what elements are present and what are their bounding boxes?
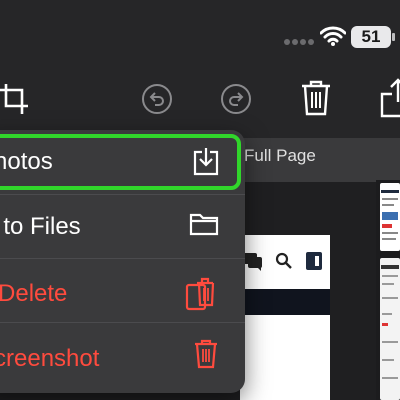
menu-item-delete-screenshot[interactable]: creenshot [0, 322, 245, 387]
battery-indicator: 51 [351, 26, 391, 48]
share-icon[interactable] [378, 78, 400, 118]
folder-icon [189, 213, 219, 236]
copy-delete-icon [185, 277, 215, 311]
menu-item-label: creenshot [0, 345, 100, 372]
menu-item-label: F to Files [0, 213, 81, 240]
search-icon [275, 252, 292, 269]
thumbnail-content-icon [381, 265, 399, 379]
moon-icon [0, 43, 8, 45]
toolbar [0, 70, 400, 138]
battery-tip [392, 33, 395, 41]
trash-icon [195, 339, 217, 369]
menu-item-label: d Delete [0, 280, 68, 307]
menu-item-save-pdf-to-files[interactable]: F to Files [0, 194, 245, 259]
trash-icon[interactable] [300, 80, 332, 116]
redo-icon[interactable] [220, 83, 252, 115]
undo-icon[interactable] [141, 83, 173, 115]
selection-highlight [0, 134, 241, 190]
menu-item-copy-and-delete[interactable]: d Delete [0, 258, 245, 323]
document-band [240, 289, 330, 315]
comment-icon [243, 253, 262, 271]
sidebar-toggle-icon [306, 252, 322, 270]
wifi-icon [320, 26, 346, 46]
tab-full-page[interactable]: Full Page [244, 146, 316, 166]
thumbnail-content-icon [381, 190, 399, 240]
cellular-dots-icon [284, 39, 314, 45]
crop-icon[interactable] [0, 84, 30, 114]
